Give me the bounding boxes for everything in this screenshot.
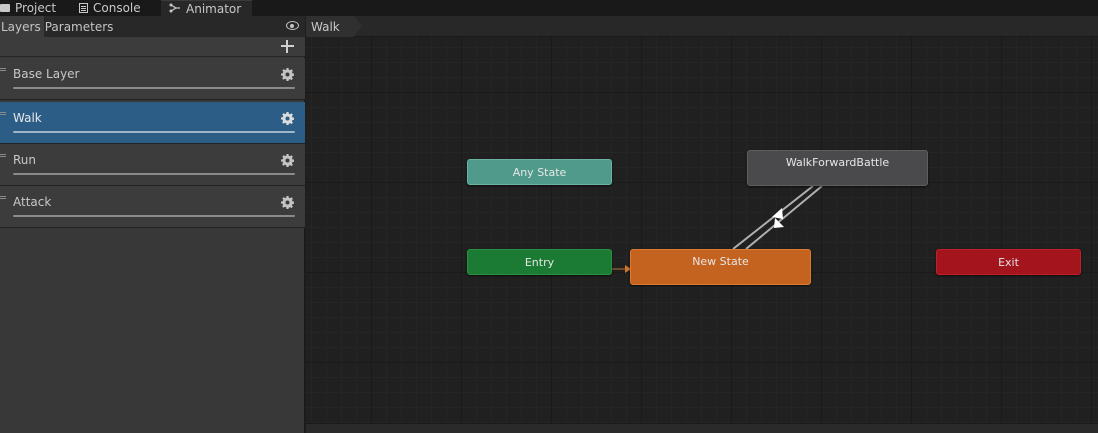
gear-icon[interactable]	[281, 196, 294, 209]
gear-icon[interactable]	[281, 68, 294, 81]
layer-item-base-layer[interactable]: Base Layer	[0, 58, 305, 100]
tab-parameters[interactable]: Parameters	[44, 16, 117, 37]
tab-project-label: Project	[15, 1, 57, 15]
layer-weight-bar[interactable]	[13, 131, 295, 133]
layers-panel: Layers Parameters Base Layer Walk Run At…	[0, 16, 305, 433]
gear-icon[interactable]	[281, 154, 294, 167]
breadcrumb-item-walk[interactable]: Walk	[306, 16, 362, 37]
state-entry[interactable]: Entry	[467, 249, 612, 275]
tab-console[interactable]: Console	[79, 0, 157, 16]
layer-name: Attack	[13, 195, 52, 209]
layer-name: Base Layer	[13, 67, 80, 81]
horizontal-scrollbar[interactable]	[306, 423, 1098, 433]
tab-console-label: Console	[93, 1, 141, 15]
drag-handle-icon[interactable]	[0, 68, 6, 71]
layer-name: Run	[13, 153, 37, 167]
window-tab-bar: Project Console Animator	[0, 0, 1098, 17]
layer-weight-bar[interactable]	[13, 215, 295, 217]
state-any-state[interactable]: Any State	[467, 159, 612, 185]
gear-icon[interactable]	[281, 112, 294, 125]
console-icon	[79, 3, 88, 13]
tab-project[interactable]: Project	[0, 0, 70, 16]
drag-handle-icon[interactable]	[0, 196, 6, 199]
layer-weight-bar[interactable]	[13, 173, 295, 175]
add-layer-plus-icon[interactable]	[281, 40, 294, 53]
eye-icon[interactable]	[286, 21, 299, 30]
folder-icon	[0, 4, 10, 12]
breadcrumb: Walk	[306, 16, 1098, 37]
tab-layers[interactable]: Layers	[0, 16, 44, 37]
layer-item-walk[interactable]: Walk	[0, 102, 305, 144]
state-new-state[interactable]: New State	[630, 249, 811, 285]
layer-item-run[interactable]: Run	[0, 144, 305, 186]
drag-handle-icon[interactable]	[0, 154, 6, 157]
panel-subtabs: Layers Parameters	[0, 16, 305, 37]
tab-animator[interactable]: Animator	[161, 0, 252, 17]
add-layer-row	[0, 37, 305, 57]
layer-item-attack[interactable]: Attack	[0, 186, 305, 228]
state-exit[interactable]: Exit	[936, 249, 1081, 275]
state-machine-graph[interactable]	[306, 37, 1098, 423]
state-walk-forward-battle[interactable]: WalkForwardBattle	[747, 150, 928, 186]
layer-name: Walk	[13, 111, 42, 125]
animator-icon	[169, 2, 181, 16]
tab-animator-label: Animator	[186, 2, 242, 16]
layer-weight-bar[interactable]	[13, 87, 295, 89]
drag-handle-icon[interactable]	[0, 112, 6, 115]
